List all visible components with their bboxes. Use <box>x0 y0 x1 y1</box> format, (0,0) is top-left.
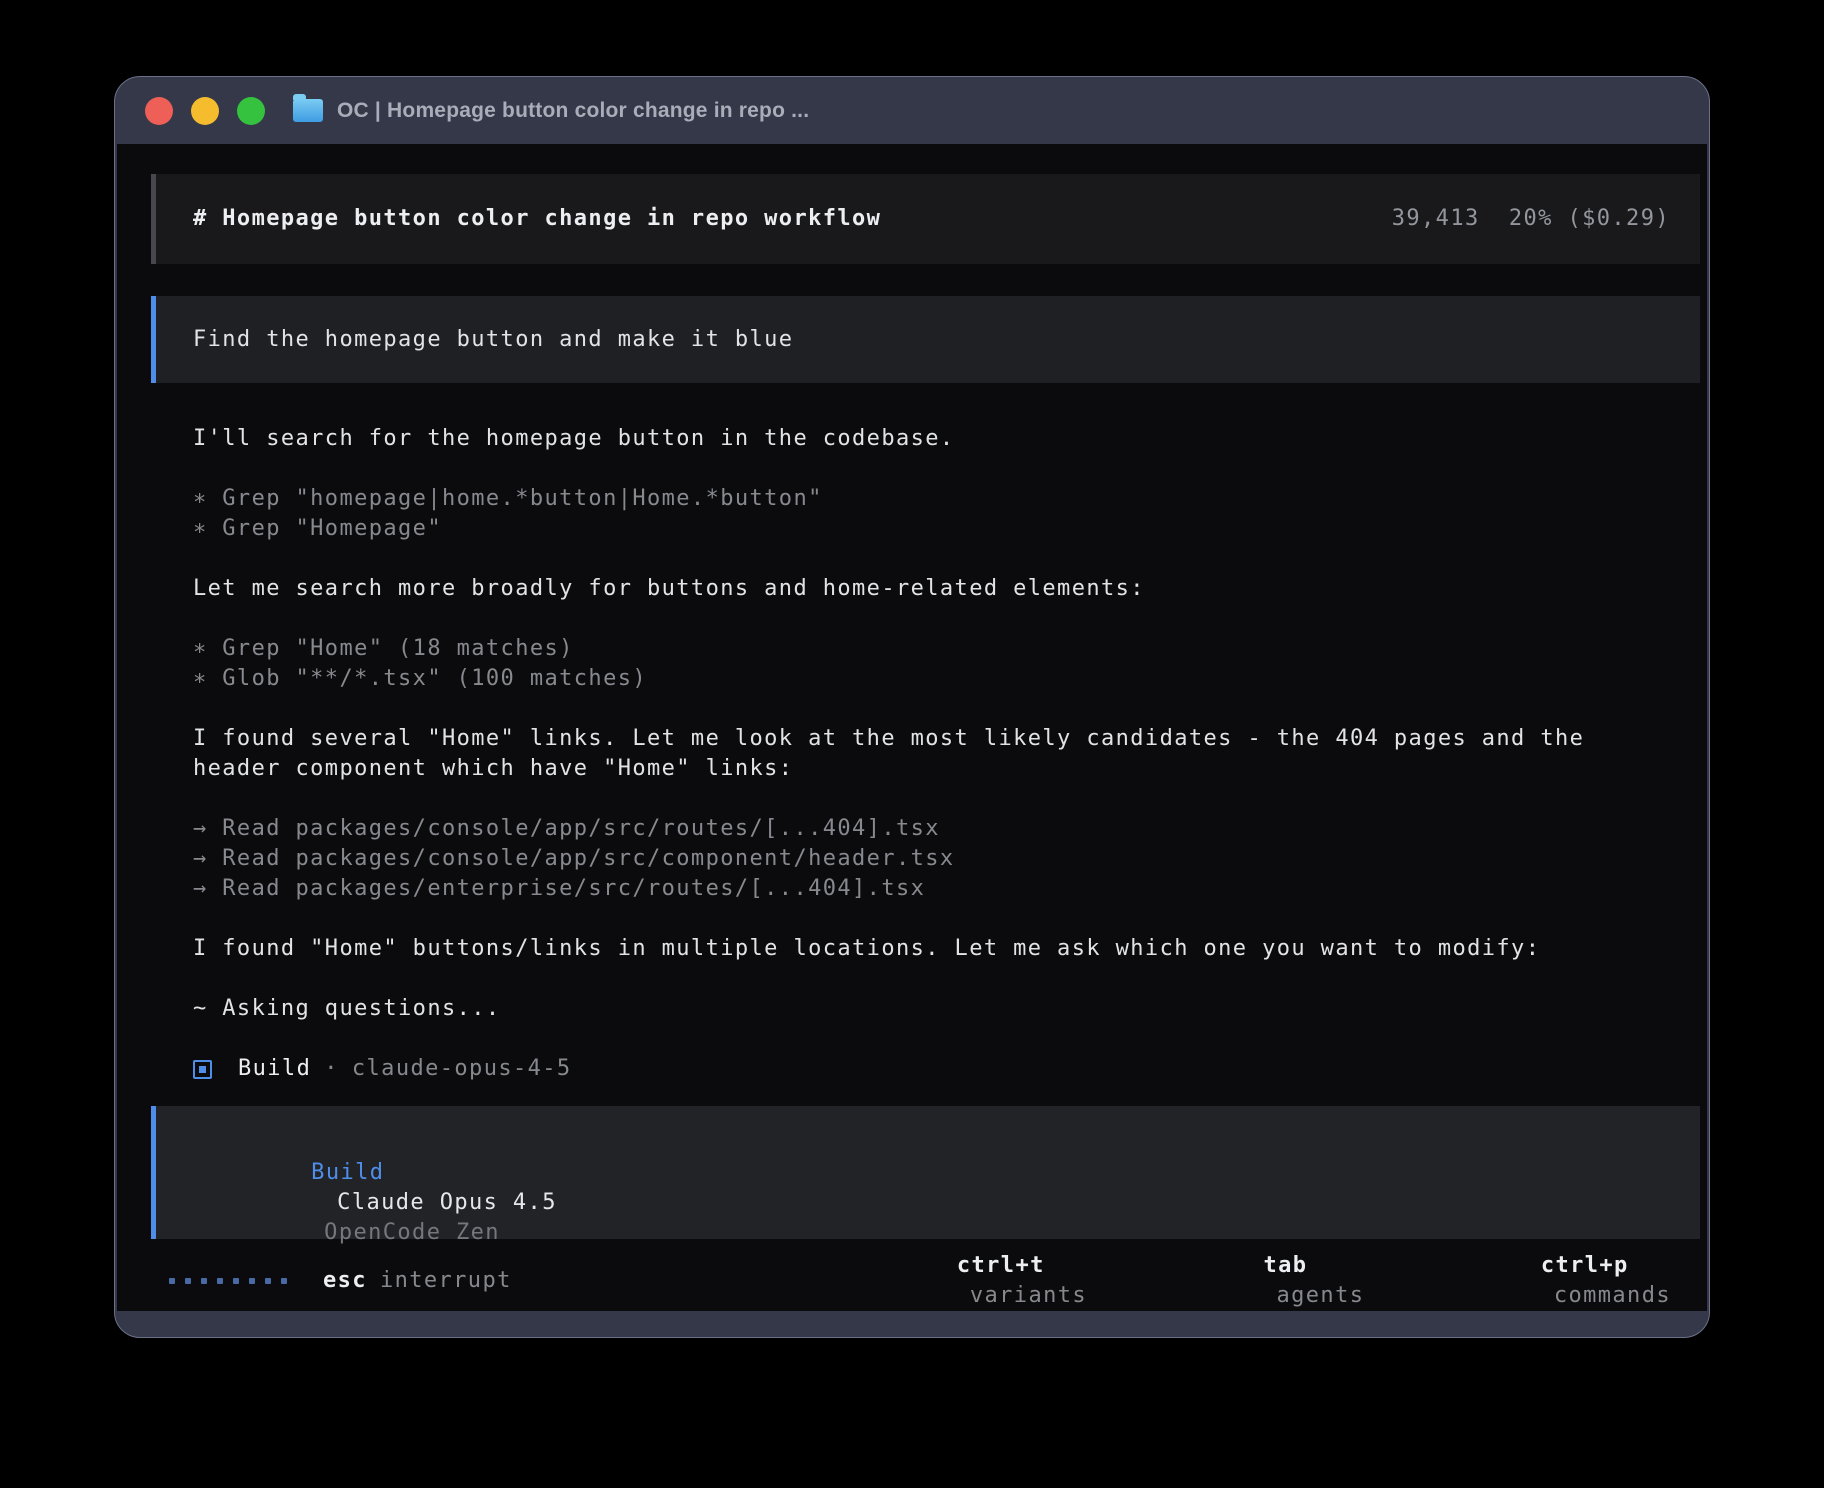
spinner-dot <box>185 1278 191 1284</box>
spinner-dots <box>169 1278 287 1284</box>
shortcut-key: ctrl+p <box>1541 1253 1629 1278</box>
session-stats: 39,413 20% ($0.29) <box>1392 204 1670 234</box>
spacer <box>193 1024 1667 1054</box>
agent-badge-icon <box>193 1060 212 1079</box>
agent-badge-icon-inner <box>199 1066 206 1073</box>
shortcut-commands: ctrl+p commands <box>1394 1221 1671 1338</box>
shortcut-label: variants <box>970 1283 1087 1308</box>
spacer <box>193 904 1667 934</box>
spacer <box>193 454 1667 484</box>
spinner-dot <box>233 1278 239 1284</box>
spacer <box>193 544 1667 574</box>
input-model-label: Claude Opus 4.5 <box>337 1190 557 1215</box>
tool-call-read: → Read packages/console/app/src/componen… <box>193 844 1667 874</box>
assistant-text: header component which have "Home" links… <box>193 754 1667 784</box>
shortcut-label: commands <box>1554 1283 1671 1308</box>
session-header: # Homepage button color change in repo w… <box>151 174 1700 264</box>
status-bar-right: ctrl+t variants tab agents ctrl+p comman… <box>810 1221 1671 1338</box>
status-bar-left: esc interrupt <box>169 1266 512 1296</box>
tool-call-read: → Read packages/console/app/src/routes/[… <box>193 814 1667 844</box>
zoom-button[interactable] <box>237 97 265 125</box>
tool-call-read: → Read packages/enterprise/src/routes/[.… <box>193 874 1667 904</box>
spacer <box>193 784 1667 814</box>
spinner-dot <box>281 1278 287 1284</box>
terminal-content: # Homepage button color change in repo w… <box>117 144 1707 1311</box>
tool-call-grep: ∗ Grep "homepage|home.*button|Home.*butt… <box>193 484 1667 514</box>
spinner-dot <box>217 1278 223 1284</box>
shortcut-variants: ctrl+t variants <box>810 1221 1087 1338</box>
shortcut-agents: tab agents <box>1117 1221 1364 1338</box>
separator-dot: · <box>324 1054 339 1084</box>
tool-call-glob: ∗ Glob "**/*.tsx" (100 matches) <box>193 664 1667 694</box>
input-agent-label: Build <box>311 1160 384 1185</box>
assistant-transcript: I'll search for the homepage button in t… <box>193 424 1667 1084</box>
spacer <box>193 604 1667 634</box>
esc-key-hint: esc <box>323 1266 367 1296</box>
tool-call-grep: ∗ Grep "Homepage" <box>193 514 1667 544</box>
status-bar: esc interrupt ctrl+t variants tab agents… <box>169 1266 1671 1296</box>
shortcut-key: tab <box>1264 1253 1308 1278</box>
assistant-text: Let me search more broadly for buttons a… <box>193 574 1667 604</box>
assistant-text: I found "Home" buttons/links in multiple… <box>193 934 1667 964</box>
assistant-text: I'll search for the homepage button in t… <box>193 424 1667 454</box>
input-provider-label: OpenCode Zen <box>324 1220 500 1245</box>
shortcut-key: ctrl+t <box>957 1253 1045 1278</box>
session-title: # Homepage button color change in repo w… <box>193 204 881 234</box>
assistant-activity: ~ Asking questions... <box>193 994 1667 1024</box>
shortcut-label: agents <box>1277 1283 1365 1308</box>
user-message-text: Find the homepage button and make it blu… <box>193 325 793 355</box>
spacer <box>193 694 1667 724</box>
user-message: Find the homepage button and make it blu… <box>151 296 1700 383</box>
spinner-dot <box>201 1278 207 1284</box>
folder-icon <box>293 99 323 122</box>
spinner-dot <box>265 1278 271 1284</box>
prompt-input[interactable]: Build Claude Opus 4.5 OpenCode Zen <box>151 1106 1700 1239</box>
spacer <box>193 964 1667 994</box>
tool-call-grep: ∗ Grep "Home" (18 matches) <box>193 634 1667 664</box>
minimize-button[interactable] <box>191 97 219 125</box>
assistant-text: I found several "Home" links. Let me loo… <box>193 724 1667 754</box>
close-button[interactable] <box>145 97 173 125</box>
window-title: OC | Homepage button color change in rep… <box>337 99 809 123</box>
agent-status: Build · claude-opus-4-5 <box>193 1054 1667 1084</box>
terminal-window: OC | Homepage button color change in rep… <box>114 76 1710 1338</box>
spinner-dot <box>169 1278 175 1284</box>
spinner-dot <box>249 1278 255 1284</box>
agent-name: Build <box>238 1054 311 1084</box>
esc-action-label: interrupt <box>380 1266 512 1296</box>
titlebar[interactable]: OC | Homepage button color change in rep… <box>115 77 1709 144</box>
agent-model: claude-opus-4-5 <box>352 1054 572 1084</box>
